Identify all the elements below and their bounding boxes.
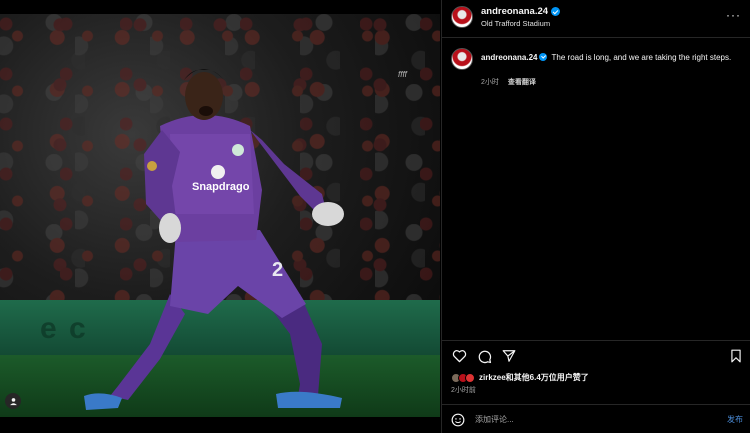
more-horizontal-icon[interactable]: ···	[726, 8, 741, 22]
post-comment-button[interactable]: 发布	[727, 414, 743, 425]
goalkeeper-figure: 2 Snapdrago	[84, 69, 344, 410]
author-username[interactable]: andreonana.24	[481, 6, 548, 17]
post-details-panel: andreonana.24 Old Trafford Stadium ··· a…	[441, 0, 750, 433]
caption: andreonana.24 The road is long, and we a…	[481, 51, 739, 64]
liker-avatar	[465, 372, 475, 383]
user-tag-icon[interactable]	[5, 393, 21, 409]
post-header: andreonana.24 Old Trafford Stadium ···	[442, 0, 750, 38]
emoji-icon[interactable]	[451, 413, 465, 427]
photographer-watermark: ffff	[398, 70, 407, 79]
verified-badge-icon	[539, 53, 548, 61]
heart-icon[interactable]	[451, 348, 467, 364]
comment-input[interactable]	[475, 411, 700, 427]
caption-meta: 2小时 查看翻译	[481, 77, 536, 87]
verified-badge-icon	[551, 7, 561, 16]
see-translation-link[interactable]: 查看翻译	[508, 77, 536, 87]
caption-username[interactable]: andreonana.24	[481, 53, 537, 62]
caption-avatar[interactable]	[451, 48, 473, 70]
caption-text: The road is long, and we are taking the …	[551, 53, 732, 62]
comment-bar: 发布	[442, 404, 750, 433]
post-time: 2小时前	[451, 387, 476, 394]
share-icon[interactable]	[501, 348, 517, 364]
bookmark-icon[interactable]	[728, 348, 744, 364]
likes-summary[interactable]: zirkzee和其他6.4万位用户赞了	[451, 372, 589, 383]
action-bar	[442, 340, 750, 370]
likes-text[interactable]: zirkzee和其他6.4万位用户赞了	[479, 372, 589, 383]
post-media[interactable]: e c 2 Snapdrago ffff	[0, 0, 440, 433]
post-location[interactable]: Old Trafford Stadium	[481, 19, 550, 28]
svg-text:Snapdrago: Snapdrago	[192, 181, 250, 193]
author-avatar[interactable]	[451, 6, 473, 28]
caption-time: 2小时	[481, 79, 499, 86]
svg-text:2: 2	[272, 259, 283, 281]
comment-icon[interactable]	[476, 348, 492, 364]
author-name-row: andreonana.24	[481, 6, 561, 17]
